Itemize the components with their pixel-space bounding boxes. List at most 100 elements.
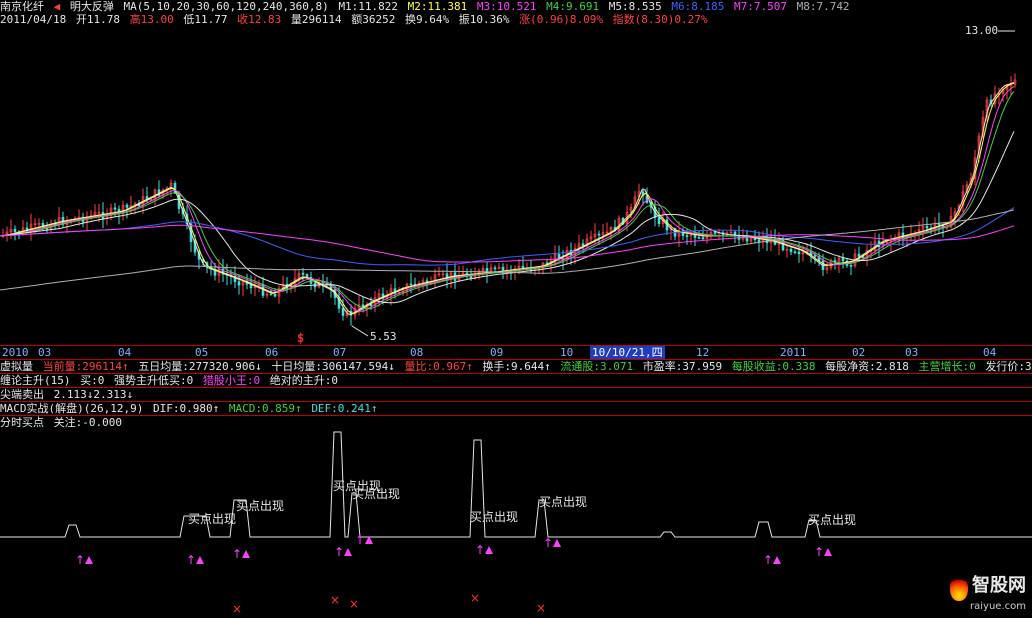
axis-label: 03 — [38, 346, 52, 359]
candle-body — [797, 251, 801, 255]
sell-mark-icon: × — [536, 601, 546, 615]
up-arrow-icon: ↑ — [543, 536, 553, 550]
candle-body — [301, 272, 305, 275]
up-arrow-icon: ↑ — [232, 547, 242, 561]
header-row: 南京化纤 ◀ 明大反弹 MA(5,10,20,30,60,120,240,360… — [0, 0, 853, 13]
up-arrow-icon: ↑ — [186, 553, 196, 567]
quote-row: 2011/04/18 开11.78 高13.00 低11.77 收12.83 量… — [0, 13, 710, 26]
buy-point-indicator-chart[interactable]: 买点出现买点出现买点出现买点出现买点出现买点出现买点出现 ↑ ↑ ↑ ↑ ↑ ↑ ↑ ↑ ↑ ×… — [0, 428, 1032, 618]
sell-mark-icon: × — [470, 591, 480, 605]
peak-item: 尖端卖出 — [0, 388, 44, 401]
candle-body — [693, 234, 697, 238]
quote-date: 2011/04/18 — [0, 13, 67, 26]
axis-label: 04 — [118, 346, 132, 359]
kline-chart[interactable]: 13.00 5.53 $ — [0, 26, 1032, 344]
quote-turnover: 换9.64% — [404, 13, 450, 26]
buy-signal-label: 买点出现 — [808, 513, 856, 527]
candle-body — [685, 235, 689, 237]
chan-item: 买:0 — [80, 374, 105, 387]
up-arrow-icon: ↑ — [75, 553, 85, 567]
vol-item: 换手:9.644↑ — [482, 360, 551, 373]
logo-brand: 智股网 — [972, 575, 1026, 596]
quote-amount: 额36252 — [351, 13, 396, 26]
candle-body — [857, 253, 861, 257]
macd-info-row[interactable]: MACD实战(解盘)(26,12,9) DIF:0.980↑ MACD:0.85… — [0, 402, 381, 415]
vol-item: 十日均量:306147.594↓ — [271, 360, 395, 373]
candle-body — [341, 307, 345, 316]
sell-mark-icon: × — [232, 602, 242, 616]
triangle-marker-icon — [773, 556, 781, 564]
candle-body — [789, 248, 793, 253]
buy-signal-label: 买点出现 — [352, 487, 400, 501]
quote-change: 涨(0.96)8.09% — [519, 13, 603, 26]
vol-item: 市盈率:37.959 — [642, 360, 723, 373]
candle-body — [13, 228, 17, 232]
candle-body — [657, 217, 661, 224]
candle-body — [793, 251, 797, 254]
indicator-name[interactable]: 明大反弹 — [70, 0, 114, 13]
vol-item: 五日均量:277320.906↓ — [138, 360, 262, 373]
quote-high: 高13.00 — [129, 13, 174, 26]
vol-item: 虚拟量 — [0, 360, 33, 373]
candle-body — [597, 233, 601, 236]
ma-item-1: M1:11.822 — [338, 0, 399, 13]
candle-body — [849, 265, 853, 267]
candle-body — [757, 239, 761, 243]
candle-body — [273, 293, 277, 297]
candle-body — [713, 232, 717, 234]
vol-item: 量比:0.967↑ — [404, 360, 473, 373]
quote-low: 低11.77 — [183, 13, 228, 26]
axis-label: 08 — [410, 346, 424, 359]
axis-label: 02 — [852, 346, 866, 359]
up-arrow-icon: ↑ — [814, 545, 824, 559]
sell-mark-icon: × — [349, 597, 359, 611]
triangle-marker-icon — [824, 548, 832, 556]
time-axis: 2010 03 04 05 06 07 08 09 10 10/10/21,四 … — [0, 345, 1032, 360]
candle-body — [113, 207, 117, 210]
ma-item-2: M2:11.381 — [407, 0, 468, 13]
separator — [0, 387, 1032, 388]
up-arrow-icon: ↑ — [763, 553, 773, 567]
stock-name[interactable]: 南京化纤 — [0, 0, 44, 13]
candle-body — [493, 267, 497, 270]
flame-icon — [950, 575, 968, 601]
triangle-marker-icon — [485, 546, 493, 554]
candle-body — [409, 283, 413, 286]
signal-mark: $ — [297, 331, 304, 344]
vol-item: 主营增长:0 — [918, 360, 976, 373]
ma-item-4: M4:9.691 — [546, 0, 600, 13]
signal-arrows: ↑ ↑ ↑ ↑ ↑ ↑ ↑ ↑ ↑ — [75, 533, 832, 567]
triangle-marker-icon — [553, 539, 561, 547]
candle-body — [521, 266, 525, 269]
triangle-marker-icon — [196, 556, 204, 564]
dropdown-arrow-icon[interactable]: ◀ — [54, 0, 61, 13]
peak-item: 2.113↓2.313↓ — [53, 388, 134, 401]
quote-open: 开11.78 — [75, 13, 120, 26]
candle-body — [701, 237, 705, 240]
ma-item-5: M5:8.535 — [608, 0, 662, 13]
up-arrow-icon: ↑ — [475, 543, 485, 557]
chan-item: 猎股小王:0 — [202, 374, 261, 387]
candle-body — [697, 237, 701, 239]
ma-item-6: M6:8.185 — [671, 0, 725, 13]
volume-info-row[interactable]: 虚拟量 当前量:296114↑ 五日均量:277320.906↓ 十日均量:30… — [0, 360, 1032, 373]
buy-signal-label: 买点出现 — [236, 499, 284, 513]
high-price-label: 13.00 — [965, 26, 998, 37]
triangle-marker-icon — [344, 548, 352, 556]
buy-signal-label: 买点出现 — [188, 512, 236, 526]
axis-label: 09 — [490, 346, 504, 359]
quote-volume: 量296114 — [290, 13, 342, 26]
macd-item: DIF:0.980↑ — [152, 402, 220, 415]
chan-info-row[interactable]: 缠论主升(15) 买:0 强势主升低买:0 猎股小王:0 绝对的主升:0 — [0, 374, 341, 387]
ma-item-7: M7:7.507 — [733, 0, 787, 13]
quote-index: 指数(8.30)0.27% — [612, 13, 708, 26]
axis-label-highlight[interactable]: 10/10/21,四 — [590, 346, 665, 359]
macd-item: MACD实战(解盘)(26,12,9) — [0, 402, 144, 415]
ma-item-3: M3:10.521 — [476, 0, 537, 13]
chan-item: 强势主升低买:0 — [114, 374, 194, 387]
buy-signal-label: 买点出现 — [470, 510, 518, 524]
low-price-pointer — [351, 325, 369, 337]
candle-body — [841, 257, 845, 262]
peak-info-row[interactable]: 尖端卖出 2.113↓2.313↓ — [0, 388, 136, 401]
axis-label: 07 — [333, 346, 347, 359]
